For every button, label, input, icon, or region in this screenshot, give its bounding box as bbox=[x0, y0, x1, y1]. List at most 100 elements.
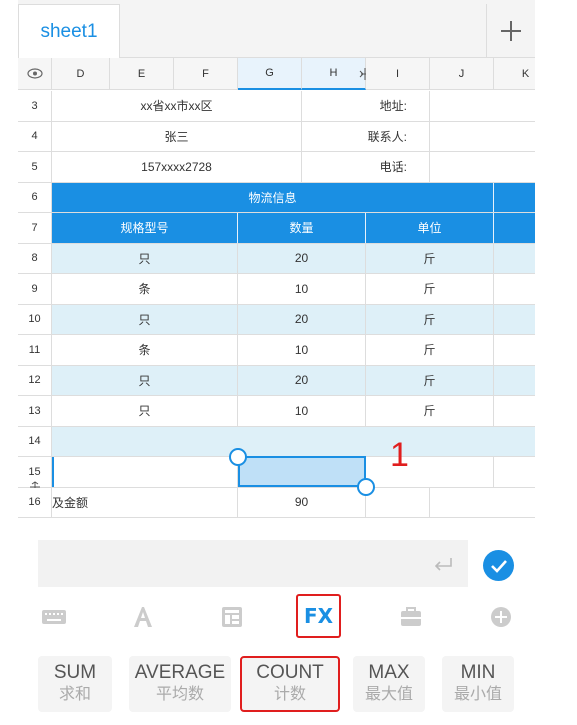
cell[interactable] bbox=[494, 335, 535, 365]
tab-sheet1[interactable]: sheet1 bbox=[18, 4, 120, 58]
cell-phone-value[interactable]: 157xxxx2728 bbox=[52, 152, 302, 182]
column-header[interactable]: K bbox=[494, 58, 535, 90]
cell-spec[interactable]: 只 bbox=[52, 304, 238, 334]
row-header[interactable]: 14 bbox=[18, 426, 52, 456]
row-header[interactable]: 11 bbox=[18, 335, 52, 365]
column-header-selected[interactable]: H bbox=[302, 58, 371, 90]
cell[interactable] bbox=[494, 243, 535, 273]
cell-name-value[interactable]: 张三 bbox=[52, 121, 302, 151]
confirm-button[interactable] bbox=[483, 550, 514, 581]
row-header[interactable]: 8 bbox=[18, 243, 52, 273]
cell-qty[interactable]: 20 bbox=[238, 304, 366, 334]
cell[interactable] bbox=[494, 274, 535, 304]
cell[interactable] bbox=[430, 91, 535, 121]
cell[interactable] bbox=[494, 365, 535, 395]
cell-unit[interactable]: 斤 bbox=[366, 274, 494, 304]
insert-button[interactable] bbox=[488, 602, 514, 632]
cell-qty[interactable]: 20 bbox=[238, 365, 366, 395]
cell-address-value[interactable]: xx省xx市xx区 bbox=[52, 91, 302, 121]
cell-total-label[interactable]: 及金额 bbox=[52, 487, 238, 517]
cell[interactable] bbox=[494, 213, 535, 243]
cell[interactable] bbox=[366, 457, 494, 487]
cell[interactable] bbox=[494, 304, 535, 334]
cell[interactable] bbox=[430, 122, 535, 152]
cell-spec[interactable]: 条 bbox=[52, 335, 238, 365]
column-header[interactable]: D bbox=[52, 58, 110, 90]
column-header[interactable]: F bbox=[174, 58, 238, 90]
row-header[interactable]: 9 bbox=[18, 274, 52, 304]
cell[interactable] bbox=[494, 182, 535, 212]
formula-input[interactable] bbox=[38, 540, 468, 587]
function-label: 平均数 bbox=[155, 686, 204, 703]
cell-unit[interactable]: 斤 bbox=[366, 243, 494, 273]
cell-format-button[interactable] bbox=[219, 602, 245, 632]
function-average-button[interactable]: AVERAGE 平均数 bbox=[129, 656, 231, 712]
function-name: COUNT bbox=[256, 662, 324, 683]
cell-qty[interactable]: 20 bbox=[238, 243, 366, 273]
row-header[interactable]: 15 bbox=[18, 457, 52, 493]
table-row: 6 物流信息 bbox=[18, 182, 535, 213]
cell-spec[interactable]: 只 bbox=[52, 365, 238, 395]
table-row: 11 条 10 斤 bbox=[18, 335, 535, 366]
table-row: 7 规格型号 数量 单位 bbox=[18, 213, 535, 244]
function-label: 计数 bbox=[273, 686, 306, 703]
cell-section-title[interactable]: 物流信息 bbox=[52, 182, 494, 212]
cell[interactable] bbox=[430, 152, 535, 182]
cell[interactable] bbox=[494, 396, 535, 426]
cell-total-value[interactable]: 90 bbox=[238, 487, 366, 517]
table-row: 12 只 20 斤 bbox=[18, 365, 535, 396]
cell-spec[interactable]: 只 bbox=[52, 243, 238, 273]
cell-header-spec[interactable]: 规格型号 bbox=[52, 213, 238, 243]
cell-spec[interactable]: 条 bbox=[52, 274, 238, 304]
tools-button[interactable] bbox=[398, 602, 424, 632]
cell[interactable] bbox=[366, 487, 430, 517]
table-row: 9 条 10 斤 bbox=[18, 274, 535, 305]
row-header[interactable]: 13 bbox=[18, 396, 52, 426]
cell-unit[interactable]: 斤 bbox=[366, 396, 494, 426]
cell-qty[interactable]: 10 bbox=[238, 274, 366, 304]
cell[interactable] bbox=[52, 457, 238, 487]
row-header[interactable]: 4 bbox=[18, 121, 52, 151]
eye-toggle[interactable] bbox=[18, 58, 52, 90]
column-header[interactable]: E bbox=[110, 58, 174, 90]
cell-spec[interactable]: 只 bbox=[52, 396, 238, 426]
keyboard-button[interactable] bbox=[40, 602, 68, 632]
annotation-number: 1 bbox=[390, 436, 409, 474]
cell-unit[interactable]: 斤 bbox=[366, 335, 494, 365]
cell-header-unit[interactable]: 单位 bbox=[366, 213, 494, 243]
cell-unit[interactable]: 斤 bbox=[366, 365, 494, 395]
cell[interactable] bbox=[52, 426, 535, 456]
row-header[interactable]: 5 bbox=[18, 152, 52, 182]
table-row: 4 张三 联系人: bbox=[18, 121, 535, 152]
function-max-button[interactable]: MAX 最大值 bbox=[353, 656, 425, 712]
selection-handle-top-left[interactable] bbox=[229, 448, 247, 466]
row-header[interactable]: 7 bbox=[18, 213, 52, 243]
cell-qty[interactable]: 10 bbox=[238, 396, 366, 426]
cell-selection[interactable] bbox=[238, 456, 366, 487]
text-format-button[interactable] bbox=[130, 602, 156, 632]
enter-icon[interactable] bbox=[432, 556, 454, 574]
cell-phone-label[interactable]: 电话: bbox=[302, 152, 430, 182]
selection-handle-bottom-right[interactable] bbox=[357, 478, 375, 496]
function-fx-button[interactable]: FX bbox=[296, 594, 341, 638]
eye-icon bbox=[26, 68, 43, 79]
function-label: 最大值 bbox=[364, 686, 413, 703]
column-header[interactable]: J bbox=[430, 58, 494, 90]
row-header[interactable]: 12 bbox=[18, 365, 52, 395]
column-header-selected[interactable]: G bbox=[238, 58, 302, 90]
function-sum-button[interactable]: SUM 求和 bbox=[38, 656, 112, 712]
cell-unit[interactable]: 斤 bbox=[366, 304, 494, 334]
column-header[interactable]: I bbox=[366, 58, 430, 90]
cell-qty[interactable]: 10 bbox=[238, 335, 366, 365]
row-header[interactable]: 3 bbox=[18, 91, 52, 121]
row-header[interactable]: 6 bbox=[18, 182, 52, 212]
row-header[interactable]: 10 bbox=[18, 304, 52, 334]
spreadsheet-grid[interactable]: D E F G H I J K 3 xx省xx市xx区 地址: 4 张三 联系人… bbox=[18, 58, 535, 518]
function-count-button[interactable]: COUNT 计数 bbox=[240, 656, 340, 712]
row-header[interactable]: 16 bbox=[18, 487, 52, 517]
cell-address-label[interactable]: 地址: bbox=[302, 91, 430, 121]
add-sheet-button[interactable] bbox=[486, 4, 535, 58]
function-min-button[interactable]: MIN 最小值 bbox=[442, 656, 514, 712]
cell-header-qty[interactable]: 数量 bbox=[238, 213, 366, 243]
cell-contact-label[interactable]: 联系人: bbox=[302, 121, 430, 151]
